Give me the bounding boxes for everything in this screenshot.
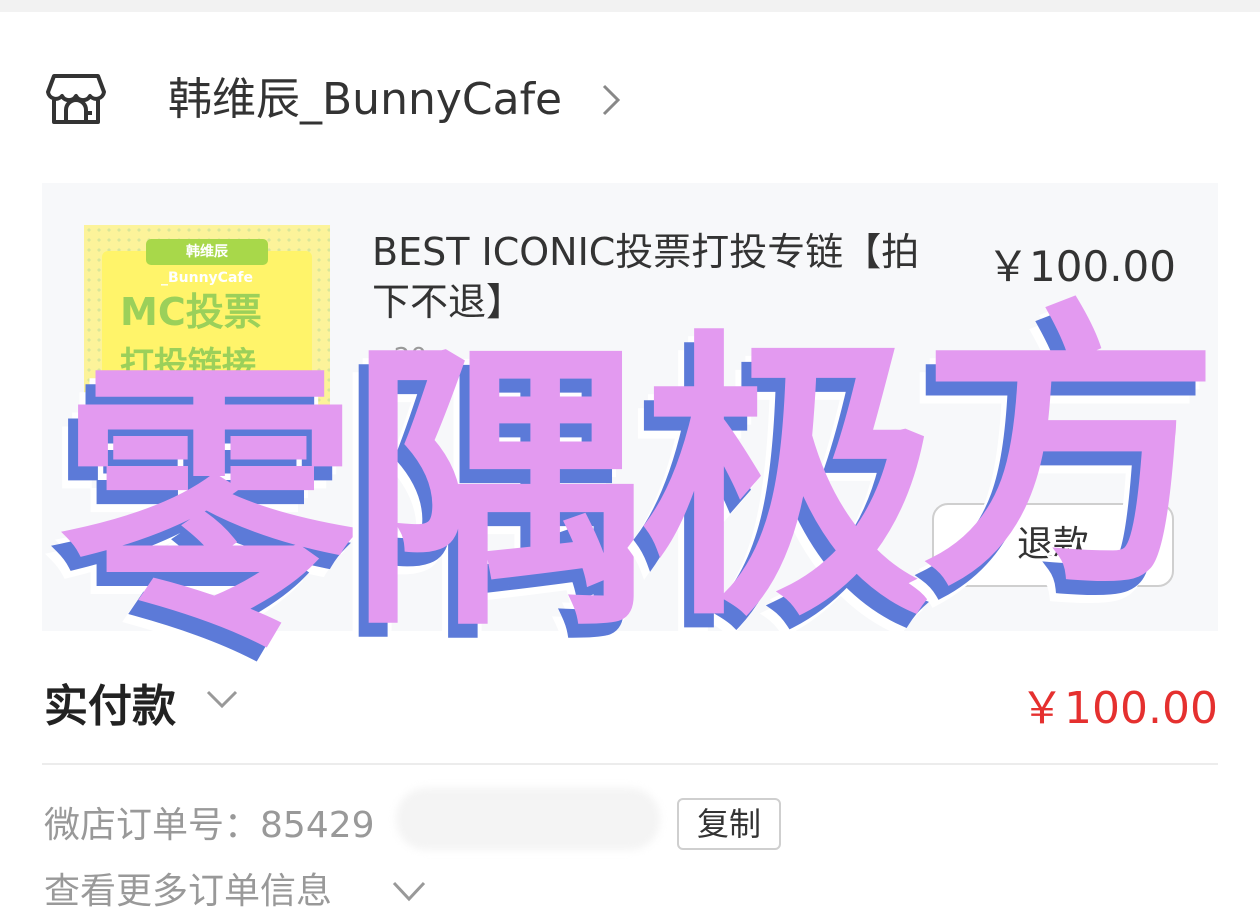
paid-amount: ￥100.00 bbox=[1020, 683, 1218, 734]
chevron-down-icon[interactable] bbox=[390, 877, 428, 905]
order-number-value: 85429 bbox=[260, 805, 375, 846]
thumbnail-tag: 韩维辰_BunnyCafe bbox=[146, 239, 268, 286]
product-quantity: ×20 bbox=[372, 343, 427, 373]
order-number-row: 微店订单号：85429 bbox=[44, 796, 375, 848]
shop-name[interactable]: 韩维辰_BunnyCafe bbox=[168, 72, 562, 128]
product-thumbnail[interactable]: 韩维辰_BunnyCafe MC投票 打投链接 ❀ bbox=[84, 225, 330, 471]
paw-icon: ❀ bbox=[290, 431, 307, 455]
paid-label[interactable]: 实付款 bbox=[44, 670, 176, 734]
thumbnail-line2: 打投链接 bbox=[120, 345, 256, 385]
product-price: ￥100.00 bbox=[987, 242, 1176, 291]
chevron-down-icon[interactable] bbox=[204, 684, 240, 712]
product-title[interactable]: BEST ICONIC投票打投专链【拍下不退】 bbox=[372, 227, 932, 327]
shop-icon bbox=[46, 74, 106, 124]
top-strip bbox=[0, 0, 1260, 12]
chevron-right-icon[interactable] bbox=[596, 80, 626, 120]
divider bbox=[42, 763, 1218, 765]
redaction-blur bbox=[396, 788, 660, 850]
shop-header[interactable]: 韩维辰_BunnyCafe bbox=[0, 58, 1260, 142]
order-item-card[interactable]: 韩维辰_BunnyCafe MC投票 打投链接 ❀ BEST ICONIC投票打… bbox=[42, 183, 1218, 631]
refund-button[interactable]: 退款 bbox=[932, 503, 1174, 587]
order-number-label: 微店订单号： bbox=[44, 805, 261, 846]
copy-button[interactable]: 复制 bbox=[677, 798, 781, 850]
thumbnail-line1: MC投票 bbox=[120, 290, 262, 334]
more-order-info-link[interactable]: 查看更多订单信息 bbox=[44, 862, 332, 914]
